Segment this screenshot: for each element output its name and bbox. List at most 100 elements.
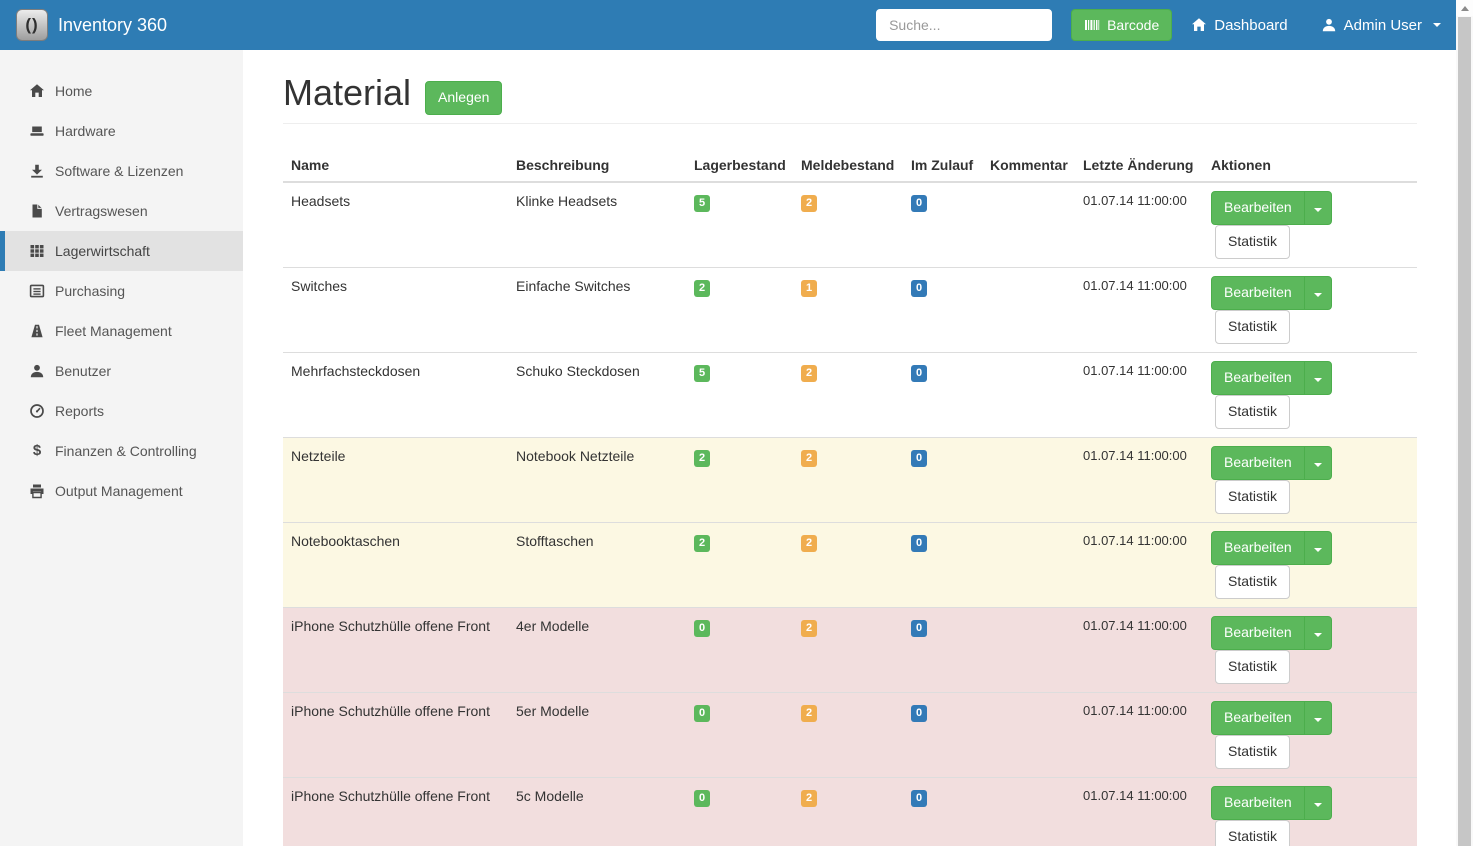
- statistik-button[interactable]: Statistik: [1215, 565, 1290, 599]
- search-input[interactable]: [876, 9, 1052, 41]
- sidebar-item-label: Lagerwirtschaft: [55, 243, 150, 259]
- sidebar-item-finanzen-controlling[interactable]: $Finanzen & Controlling: [0, 431, 243, 471]
- statistik-button[interactable]: Statistik: [1215, 650, 1290, 684]
- meldebestand-cell: 2: [793, 182, 903, 267]
- im-zulauf-badge: 0: [911, 450, 927, 467]
- table-row: NetzteileNotebook Netzteile22001.07.14 1…: [283, 437, 1417, 522]
- title-divider: [283, 123, 1417, 124]
- statistik-button[interactable]: Statistik: [1215, 480, 1290, 514]
- kommentar-cell: [982, 692, 1075, 777]
- bearbeiten-dropdown-toggle[interactable]: [1304, 191, 1332, 225]
- dashboard-icon: [29, 403, 45, 419]
- lagerbestand-cell: 2: [686, 267, 793, 352]
- lagerbestand-badge: 5: [694, 195, 710, 212]
- sidebar-item-benutzer[interactable]: Benutzer: [0, 351, 243, 391]
- sidebar-item-hardware[interactable]: Hardware: [0, 111, 243, 151]
- column-header-aktionen: Aktionen: [1203, 150, 1417, 182]
- im-zulauf-cell: 0: [903, 607, 982, 692]
- column-header-beschreibung: Beschreibung: [508, 150, 686, 182]
- bearbeiten-button[interactable]: Bearbeiten: [1211, 786, 1305, 820]
- bearbeiten-dropdown-toggle[interactable]: [1304, 616, 1332, 650]
- bearbeiten-button[interactable]: Bearbeiten: [1211, 446, 1305, 480]
- lagerbestand-badge: 2: [694, 280, 710, 297]
- caret-down-icon: [1314, 548, 1322, 552]
- material-table: NameBeschreibungLagerbestandMeldebestand…: [283, 150, 1417, 846]
- navbar-right-group: Barcode Dashboard Admin User: [876, 9, 1441, 41]
- table-row: SwitchesEinfache Switches21001.07.14 11:…: [283, 267, 1417, 352]
- anlegen-button[interactable]: Anlegen: [425, 81, 502, 115]
- bearbeiten-dropdown-toggle[interactable]: [1304, 786, 1332, 820]
- bearbeiten-button[interactable]: Bearbeiten: [1211, 531, 1305, 565]
- beschreibung-cell: Klinke Headsets: [508, 182, 686, 267]
- kommentar-cell: [982, 437, 1075, 522]
- bearbeiten-dropdown-toggle[interactable]: [1304, 531, 1332, 565]
- name-cell: iPhone Schutzhülle offene Front: [283, 777, 508, 846]
- lagerbestand-cell: 0: [686, 692, 793, 777]
- sidebar-item-purchasing[interactable]: Purchasing: [0, 271, 243, 311]
- edit-button-group: Bearbeiten: [1211, 191, 1332, 225]
- scrollbar-thumb[interactable]: [1458, 17, 1471, 846]
- name-cell: Headsets: [283, 182, 508, 267]
- meldebestand-cell: 1: [793, 267, 903, 352]
- top-navbar: () Inventory 360 Barcode Dashboard: [0, 0, 1456, 50]
- meldebestand-badge: 2: [801, 535, 817, 552]
- bearbeiten-button[interactable]: Bearbeiten: [1211, 701, 1305, 735]
- barcode-button[interactable]: Barcode: [1071, 9, 1172, 41]
- beschreibung-cell: Einfache Switches: [508, 267, 686, 352]
- lagerbestand-badge: 0: [694, 620, 710, 637]
- sidebar-item-output-management[interactable]: Output Management: [0, 471, 243, 511]
- im-zulauf-badge: 0: [911, 705, 927, 722]
- statistik-button[interactable]: Statistik: [1215, 820, 1290, 846]
- bearbeiten-button[interactable]: Bearbeiten: [1211, 276, 1305, 310]
- bearbeiten-dropdown-toggle[interactable]: [1304, 361, 1332, 395]
- letzte-aenderung-cell: 01.07.14 11:00:00: [1075, 182, 1203, 267]
- table-body: HeadsetsKlinke Headsets52001.07.14 11:00…: [283, 182, 1417, 846]
- column-header-letzte-nderung: Letzte Änderung: [1075, 150, 1203, 182]
- caret-down-icon: [1314, 208, 1322, 212]
- user-menu[interactable]: Admin User: [1321, 17, 1441, 34]
- sidebar-item-reports[interactable]: Reports: [0, 391, 243, 431]
- sidebar-item-lagerwirtschaft[interactable]: Lagerwirtschaft: [0, 231, 243, 271]
- sidebar-item-home[interactable]: Home: [0, 71, 243, 111]
- edit-button-group: Bearbeiten: [1211, 701, 1332, 735]
- road-icon: [29, 323, 45, 339]
- barcode-button-label: Barcode: [1107, 17, 1159, 33]
- sidebar-item-vertragswesen[interactable]: Vertragswesen: [0, 191, 243, 231]
- bearbeiten-button[interactable]: Bearbeiten: [1211, 616, 1305, 650]
- sidebar-item-software-lizenzen[interactable]: Software & Lizenzen: [0, 151, 243, 191]
- statistik-button[interactable]: Statistik: [1215, 735, 1290, 769]
- edit-button-group: Bearbeiten: [1211, 446, 1332, 480]
- user-icon: [29, 363, 45, 379]
- im-zulauf-cell: 0: [903, 522, 982, 607]
- list-icon: [29, 283, 45, 299]
- sidebar-item-fleet-management[interactable]: Fleet Management: [0, 311, 243, 351]
- main-panel: Material Anlegen NameBeschreibungLagerbe…: [243, 50, 1456, 846]
- statistik-button[interactable]: Statistik: [1215, 310, 1290, 344]
- column-header-name: Name: [283, 150, 508, 182]
- bearbeiten-dropdown-toggle[interactable]: [1304, 446, 1332, 480]
- sidebar-item-label: Hardware: [55, 123, 116, 139]
- beschreibung-cell: Schuko Steckdosen: [508, 352, 686, 437]
- brand[interactable]: () Inventory 360: [16, 9, 167, 41]
- sidebar-item-label: Output Management: [55, 483, 183, 499]
- meldebestand-badge: 1: [801, 280, 817, 297]
- brand-title: Inventory 360: [58, 15, 167, 36]
- statistik-button[interactable]: Statistik: [1215, 395, 1290, 429]
- dashboard-link[interactable]: Dashboard: [1191, 17, 1287, 34]
- meldebestand-badge: 2: [801, 790, 817, 807]
- im-zulauf-cell: 0: [903, 692, 982, 777]
- bearbeiten-dropdown-toggle[interactable]: [1304, 701, 1332, 735]
- kommentar-cell: [982, 182, 1075, 267]
- sidebar-item-label: Vertragswesen: [55, 203, 148, 219]
- beschreibung-cell: Notebook Netzteile: [508, 437, 686, 522]
- scroll-up-arrow-icon: [1461, 6, 1469, 11]
- scrollbar-up-button[interactable]: [1456, 0, 1473, 16]
- statistik-button[interactable]: Statistik: [1215, 225, 1290, 259]
- table-header-row: NameBeschreibungLagerbestandMeldebestand…: [283, 150, 1417, 182]
- kommentar-cell: [982, 352, 1075, 437]
- table-row: NotebooktaschenStofftaschen22001.07.14 1…: [283, 522, 1417, 607]
- bearbeiten-button[interactable]: Bearbeiten: [1211, 361, 1305, 395]
- bearbeiten-dropdown-toggle[interactable]: [1304, 276, 1332, 310]
- bearbeiten-button[interactable]: Bearbeiten: [1211, 191, 1305, 225]
- home-icon: [29, 83, 45, 99]
